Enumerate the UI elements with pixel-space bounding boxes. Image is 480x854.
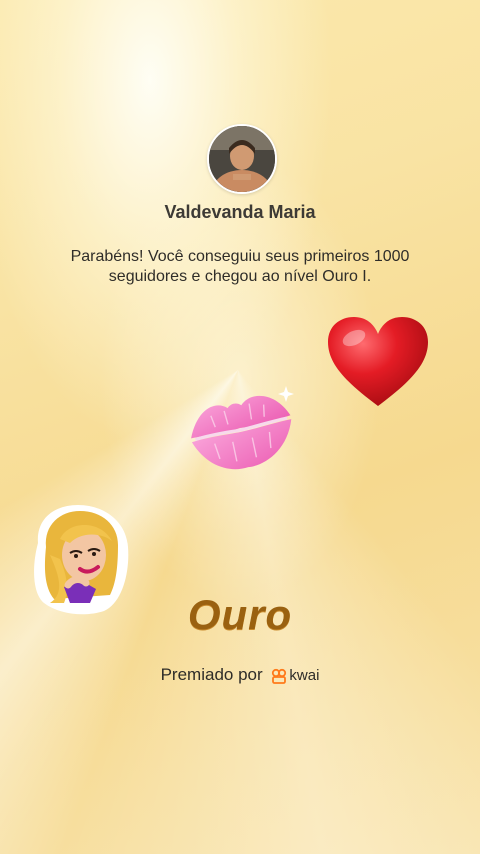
award-prefix: Premiado por	[160, 665, 263, 684]
award-line: Premiado por kwai	[0, 665, 480, 685]
profile-avatar	[207, 124, 277, 194]
brand-logo: kwai	[271, 667, 319, 684]
achievement-message: Parabéns! Você conseguiu seus primeiros …	[70, 248, 410, 285]
brand-name: kwai	[289, 667, 320, 685]
kiss-lips-icon	[191, 386, 294, 470]
profile-name: Valdevanda Maria	[164, 202, 316, 222]
level-title: Ouro	[187, 591, 293, 638]
kwai-logo-icon	[272, 668, 287, 684]
red-heart-icon	[328, 317, 428, 406]
